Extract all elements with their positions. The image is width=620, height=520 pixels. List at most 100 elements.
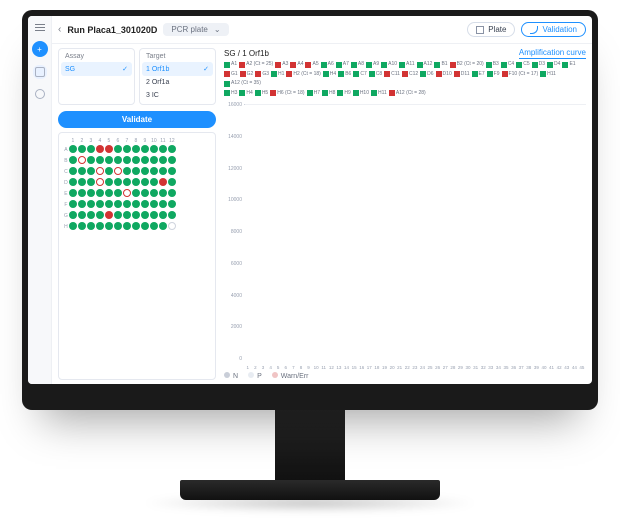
well-chip[interactable]: H5 bbox=[255, 90, 268, 97]
well-chip[interactable]: A8 bbox=[351, 61, 364, 68]
well-chip[interactable]: D11 bbox=[454, 71, 470, 78]
menu-icon[interactable] bbox=[35, 22, 45, 33]
well[interactable] bbox=[132, 156, 140, 164]
well[interactable] bbox=[114, 178, 122, 186]
well[interactable] bbox=[159, 178, 167, 186]
well[interactable] bbox=[123, 167, 131, 175]
well[interactable] bbox=[168, 178, 176, 186]
well[interactable] bbox=[141, 178, 149, 186]
well[interactable] bbox=[114, 189, 122, 197]
well-chip[interactable]: E1 bbox=[562, 61, 575, 68]
well[interactable] bbox=[168, 189, 176, 197]
well[interactable] bbox=[114, 200, 122, 208]
well[interactable] bbox=[78, 189, 86, 197]
well-chip[interactable]: C12 bbox=[402, 71, 418, 78]
well[interactable] bbox=[96, 211, 104, 219]
well[interactable] bbox=[132, 145, 140, 153]
back-caret[interactable]: ‹ bbox=[58, 24, 61, 35]
well-chip[interactable]: A12 (Ct = 35) bbox=[224, 80, 261, 87]
well[interactable] bbox=[96, 200, 104, 208]
well-chip[interactable]: A5 bbox=[305, 61, 318, 68]
well[interactable] bbox=[69, 200, 77, 208]
well[interactable] bbox=[87, 189, 95, 197]
amplification-chart[interactable] bbox=[244, 104, 586, 105]
well[interactable] bbox=[123, 178, 131, 186]
well[interactable] bbox=[87, 167, 95, 175]
well[interactable] bbox=[150, 189, 158, 197]
well[interactable] bbox=[78, 178, 86, 186]
well[interactable] bbox=[132, 178, 140, 186]
well[interactable] bbox=[132, 222, 140, 230]
well-chip[interactable]: H6 (Ct = 18) bbox=[270, 90, 304, 97]
well[interactable] bbox=[150, 200, 158, 208]
well[interactable] bbox=[78, 156, 86, 164]
well-chip[interactable]: F9 bbox=[487, 71, 500, 78]
well[interactable] bbox=[87, 211, 95, 219]
well-chip[interactable]: C4 bbox=[501, 61, 514, 68]
well[interactable] bbox=[150, 167, 158, 175]
list-item[interactable]: SG bbox=[61, 62, 132, 76]
well[interactable] bbox=[123, 156, 131, 164]
well-chip[interactable]: G3 bbox=[255, 71, 269, 78]
well-chip[interactable]: H10 bbox=[353, 90, 369, 97]
well-chip[interactable]: A4 bbox=[290, 61, 303, 68]
well[interactable] bbox=[105, 200, 113, 208]
well[interactable] bbox=[105, 156, 113, 164]
well[interactable] bbox=[114, 222, 122, 230]
well-chip[interactable]: H1 bbox=[271, 71, 284, 78]
list-item[interactable]: 1 Orf1b bbox=[142, 62, 213, 76]
well[interactable] bbox=[168, 156, 176, 164]
well[interactable] bbox=[69, 222, 77, 230]
rail-list-icon[interactable] bbox=[33, 87, 47, 101]
well[interactable] bbox=[69, 211, 77, 219]
validate-button[interactable]: Validate bbox=[58, 111, 216, 128]
well-chip[interactable]: H9 bbox=[337, 90, 350, 97]
well[interactable] bbox=[141, 145, 149, 153]
plate-grid[interactable]: 123456789101112ABCDEFGH bbox=[63, 137, 177, 233]
well-chip[interactable]: A1 bbox=[224, 61, 237, 68]
well[interactable] bbox=[150, 222, 158, 230]
well-chip[interactable]: C8 bbox=[369, 71, 382, 78]
well[interactable] bbox=[159, 145, 167, 153]
well-chip[interactable]: B2 (Ct = 20) bbox=[450, 61, 484, 68]
well-chip[interactable]: A10 bbox=[381, 61, 397, 68]
well[interactable] bbox=[159, 200, 167, 208]
well-chip[interactable]: D10 bbox=[436, 71, 452, 78]
well[interactable] bbox=[69, 145, 77, 153]
well[interactable] bbox=[105, 145, 113, 153]
well[interactable] bbox=[159, 189, 167, 197]
chart-tab-amplification[interactable]: Amplification curve bbox=[519, 48, 586, 59]
well[interactable] bbox=[168, 211, 176, 219]
well-chip[interactable]: C11 bbox=[384, 71, 400, 78]
well[interactable] bbox=[150, 145, 158, 153]
well-chip[interactable]: H4 bbox=[323, 71, 336, 78]
list-item[interactable]: 2 Orf1a bbox=[142, 76, 213, 89]
well-chip[interactable]: A7 bbox=[336, 61, 349, 68]
well[interactable] bbox=[123, 189, 131, 197]
well-chip[interactable]: E7 bbox=[472, 71, 485, 78]
well[interactable] bbox=[87, 156, 95, 164]
well-chip[interactable]: F10 (Ct = 17) bbox=[502, 71, 539, 78]
well[interactable] bbox=[96, 178, 104, 186]
well-chip[interactable]: A3 bbox=[275, 61, 288, 68]
well-chip[interactable]: H7 bbox=[307, 90, 320, 97]
well-chip[interactable]: H3 bbox=[224, 90, 237, 97]
well[interactable] bbox=[132, 200, 140, 208]
well[interactable] bbox=[96, 156, 104, 164]
well[interactable] bbox=[78, 211, 86, 219]
well[interactable] bbox=[105, 167, 113, 175]
well[interactable] bbox=[87, 200, 95, 208]
plate-type-dropdown[interactable]: PCR plate ⌄ bbox=[163, 23, 228, 36]
well[interactable] bbox=[168, 167, 176, 175]
well[interactable] bbox=[132, 211, 140, 219]
well-chip[interactable]: B3 bbox=[486, 61, 499, 68]
well-chip[interactable]: A11 bbox=[399, 61, 415, 68]
well[interactable] bbox=[69, 167, 77, 175]
well-chip[interactable]: D6 bbox=[420, 71, 433, 78]
well-chip[interactable]: H2 (Ct = 18) bbox=[286, 71, 320, 78]
well-chip[interactable]: B1 bbox=[434, 61, 447, 68]
well[interactable] bbox=[105, 178, 113, 186]
well-chip[interactable]: H4 bbox=[239, 90, 252, 97]
well[interactable] bbox=[132, 189, 140, 197]
well[interactable] bbox=[96, 222, 104, 230]
